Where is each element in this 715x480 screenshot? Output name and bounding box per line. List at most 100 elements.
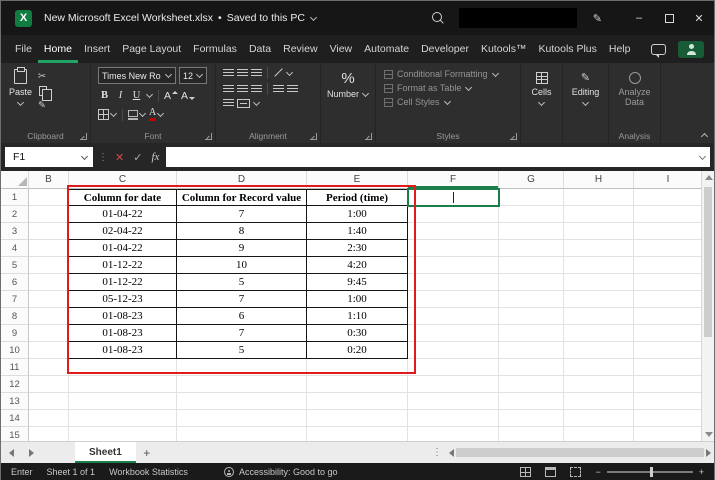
- font-color-button[interactable]: A: [149, 107, 164, 122]
- comments-icon[interactable]: [651, 44, 666, 55]
- maximize-button[interactable]: [654, 1, 684, 35]
- horizontal-scroll-thumb[interactable]: [456, 448, 704, 457]
- cell[interactable]: [29, 427, 69, 441]
- cell[interactable]: [29, 342, 69, 359]
- select-all-corner[interactable]: [1, 171, 29, 189]
- cell[interactable]: [29, 240, 69, 257]
- tab-formulas[interactable]: Formulas: [187, 35, 243, 63]
- cell[interactable]: [499, 189, 564, 206]
- zoom-in-button[interactable]: +: [699, 467, 704, 477]
- number-format-button[interactable]: Number: [327, 89, 369, 99]
- font-name-select[interactable]: Times New Ro: [98, 67, 176, 84]
- column-header-h[interactable]: H: [564, 171, 634, 189]
- align-top-button[interactable]: [223, 69, 234, 78]
- cell[interactable]: [307, 410, 408, 427]
- chevron-down-icon[interactable]: [310, 15, 317, 22]
- cell[interactable]: [499, 410, 564, 427]
- cell[interactable]: [29, 274, 69, 291]
- cell[interactable]: [564, 325, 634, 342]
- search-box-redacted[interactable]: [459, 8, 577, 28]
- cell[interactable]: [634, 223, 703, 240]
- cell[interactable]: [634, 325, 703, 342]
- cell[interactable]: [634, 240, 703, 257]
- status-sheet-info[interactable]: Sheet 1 of 1: [47, 467, 96, 477]
- row-header[interactable]: 3: [1, 223, 29, 240]
- share-button[interactable]: [678, 41, 704, 58]
- cell[interactable]: [564, 308, 634, 325]
- row-header[interactable]: 13: [1, 393, 29, 410]
- row-header[interactable]: 10: [1, 342, 29, 359]
- percent-style-icon[interactable]: %: [341, 71, 354, 87]
- cell[interactable]: [29, 325, 69, 342]
- decrease-indent-button[interactable]: [273, 85, 284, 94]
- cell[interactable]: [29, 257, 69, 274]
- scroll-right-icon[interactable]: [706, 449, 711, 457]
- cell[interactable]: [69, 410, 177, 427]
- cell[interactable]: [408, 291, 499, 308]
- cell[interactable]: [564, 427, 634, 441]
- row-header[interactable]: 1: [1, 189, 29, 206]
- cell[interactable]: [634, 257, 703, 274]
- vertical-scrollbar[interactable]: [701, 171, 714, 441]
- scroll-up-icon[interactable]: [705, 175, 713, 180]
- copy-button[interactable]: [39, 86, 47, 96]
- cell[interactable]: [29, 206, 69, 223]
- cell[interactable]: [564, 342, 634, 359]
- cell[interactable]: [177, 376, 307, 393]
- horizontal-scrollbar[interactable]: [446, 442, 714, 463]
- cell[interactable]: [499, 325, 564, 342]
- tab-view[interactable]: View: [324, 35, 359, 63]
- cell[interactable]: [634, 376, 703, 393]
- cell-styles-button[interactable]: Cell Styles: [384, 97, 520, 107]
- cell[interactable]: [408, 308, 499, 325]
- cell[interactable]: [499, 257, 564, 274]
- cell[interactable]: [69, 427, 177, 441]
- tab-file[interactable]: File: [9, 35, 38, 63]
- cell[interactable]: [408, 274, 499, 291]
- align-left-button[interactable]: [223, 85, 234, 94]
- orientation-button[interactable]: [273, 68, 283, 78]
- align-right-button[interactable]: [251, 85, 262, 94]
- column-header-f[interactable]: F: [408, 171, 499, 189]
- align-bottom-button[interactable]: [251, 69, 262, 78]
- search-icon[interactable]: [432, 12, 445, 25]
- align-center-button[interactable]: [237, 85, 248, 94]
- cancel-button[interactable]: ✕: [113, 151, 126, 164]
- cell[interactable]: [307, 427, 408, 441]
- row-header[interactable]: 8: [1, 308, 29, 325]
- cell[interactable]: [408, 240, 499, 257]
- insert-function-button[interactable]: fx: [149, 151, 161, 163]
- tab-page-layout[interactable]: Page Layout: [116, 35, 187, 63]
- zoom-out-button[interactable]: −: [595, 467, 600, 477]
- cell[interactable]: [69, 376, 177, 393]
- alignment-dialog-launcher[interactable]: [310, 133, 317, 140]
- tab-developer[interactable]: Developer: [415, 35, 475, 63]
- row-header[interactable]: 12: [1, 376, 29, 393]
- excel-app-icon[interactable]: X: [15, 10, 32, 27]
- cell[interactable]: [307, 376, 408, 393]
- row-header[interactable]: 4: [1, 240, 29, 257]
- cell[interactable]: [408, 359, 499, 376]
- tab-data[interactable]: Data: [243, 35, 277, 63]
- cell[interactable]: [408, 223, 499, 240]
- cell[interactable]: [634, 206, 703, 223]
- minimize-button[interactable]: –: [624, 1, 654, 35]
- font-dialog-launcher[interactable]: [205, 133, 212, 140]
- sheet-nav-right-button[interactable]: [21, 442, 41, 463]
- expand-formula-bar-icon[interactable]: [699, 154, 706, 161]
- cell[interactable]: [499, 308, 564, 325]
- conditional-formatting-button[interactable]: Conditional Formatting: [384, 69, 520, 79]
- row-header[interactable]: 2: [1, 206, 29, 223]
- cell[interactable]: [499, 359, 564, 376]
- enter-button[interactable]: ✓: [131, 151, 144, 164]
- row-header[interactable]: 14: [1, 410, 29, 427]
- cell[interactable]: [634, 291, 703, 308]
- align-middle-button[interactable]: [237, 69, 248, 78]
- cell[interactable]: [499, 206, 564, 223]
- tab-review[interactable]: Review: [277, 35, 323, 63]
- cell[interactable]: [499, 291, 564, 308]
- cell[interactable]: [307, 393, 408, 410]
- tab-kutools[interactable]: Kutools™: [475, 35, 533, 63]
- cell[interactable]: [499, 376, 564, 393]
- format-painter-button[interactable]: ✎: [38, 100, 47, 111]
